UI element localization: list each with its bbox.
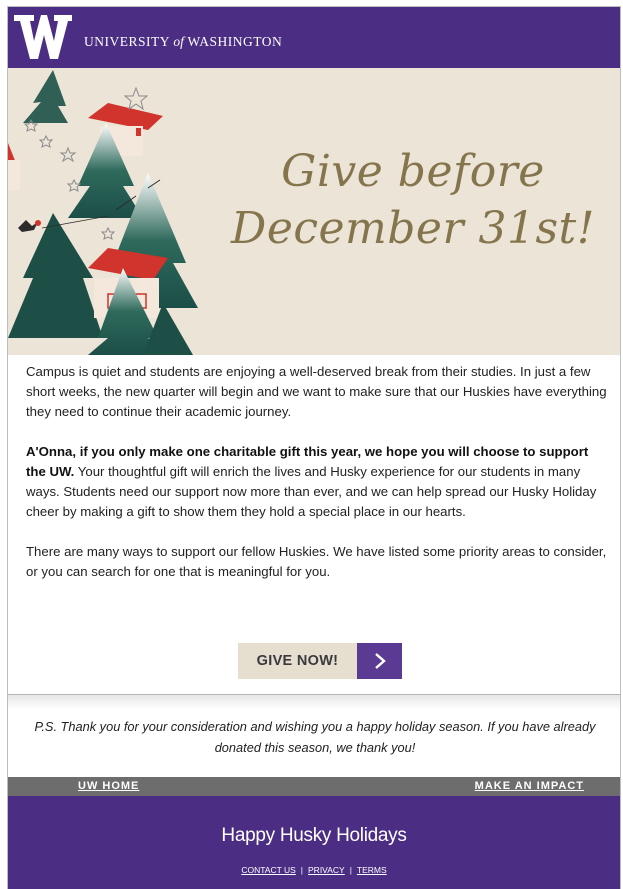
email-body: Campus is quiet and students are enjoyin… <box>26 362 608 602</box>
make-an-impact-link[interactable]: MAKE AN IMPACT <box>475 780 584 792</box>
privacy-link[interactable]: PRIVACY <box>308 865 345 875</box>
body-paragraph-2-rest: Your thoughtful gift will enrich the liv… <box>26 464 597 519</box>
winter-trees-illustration <box>8 70 198 355</box>
wordmark-of: of <box>173 34 184 49</box>
headline-line-2: December 31st! <box>231 203 595 254</box>
footer: Happy Husky Holidays CONTACT US | PRIVACY |… <box>8 796 620 889</box>
university-wordmark[interactable]: UNIVERSITY of WASHINGTON <box>84 34 282 50</box>
give-now-button[interactable]: GIVE NOW! <box>238 643 402 679</box>
section-divider <box>8 694 620 709</box>
footer-title: Happy Husky Holidays <box>221 825 407 846</box>
email-header: UNIVERSITY of WASHINGTON <box>8 7 620 68</box>
body-paragraph-2: A'Onna, if you only make one charitable … <box>26 442 608 522</box>
separator: | <box>349 865 352 875</box>
body-paragraph-1: Campus is quiet and students are enjoyin… <box>26 364 607 419</box>
body-paragraph-3: There are many ways to support our fello… <box>26 544 607 579</box>
uw-w-logo[interactable] <box>14 15 72 59</box>
give-now-label[interactable]: GIVE NOW! <box>238 643 357 679</box>
separator: | <box>300 865 304 875</box>
house-left-icon <box>8 143 20 190</box>
wordmark-washington: WASHINGTON <box>183 34 283 49</box>
uw-home-link[interactable]: UW HOME <box>78 780 139 792</box>
hero-headline: Give before December 31st! <box>208 143 618 257</box>
hero-banner[interactable]: Give before December 31st! <box>8 68 620 355</box>
wordmark-university: UNIVERSITY <box>84 34 174 49</box>
terms-link[interactable]: TERMS <box>357 865 387 875</box>
postscript: P.S. Thank you for your consideration an… <box>34 719 596 755</box>
footer-nav-bar: UW HOME MAKE AN IMPACT <box>8 777 620 796</box>
footer-links: CONTACT US | PRIVACY | TERMS <box>8 865 620 875</box>
email-frame: UNIVERSITY of WASHINGTON Give before Dec… <box>7 6 621 889</box>
top-tree-icon <box>23 70 68 123</box>
headline-line-1: Give before <box>281 146 545 197</box>
contact-us-link[interactable]: CONTACT US <box>241 865 295 875</box>
chevron-right-icon[interactable] <box>357 643 402 679</box>
